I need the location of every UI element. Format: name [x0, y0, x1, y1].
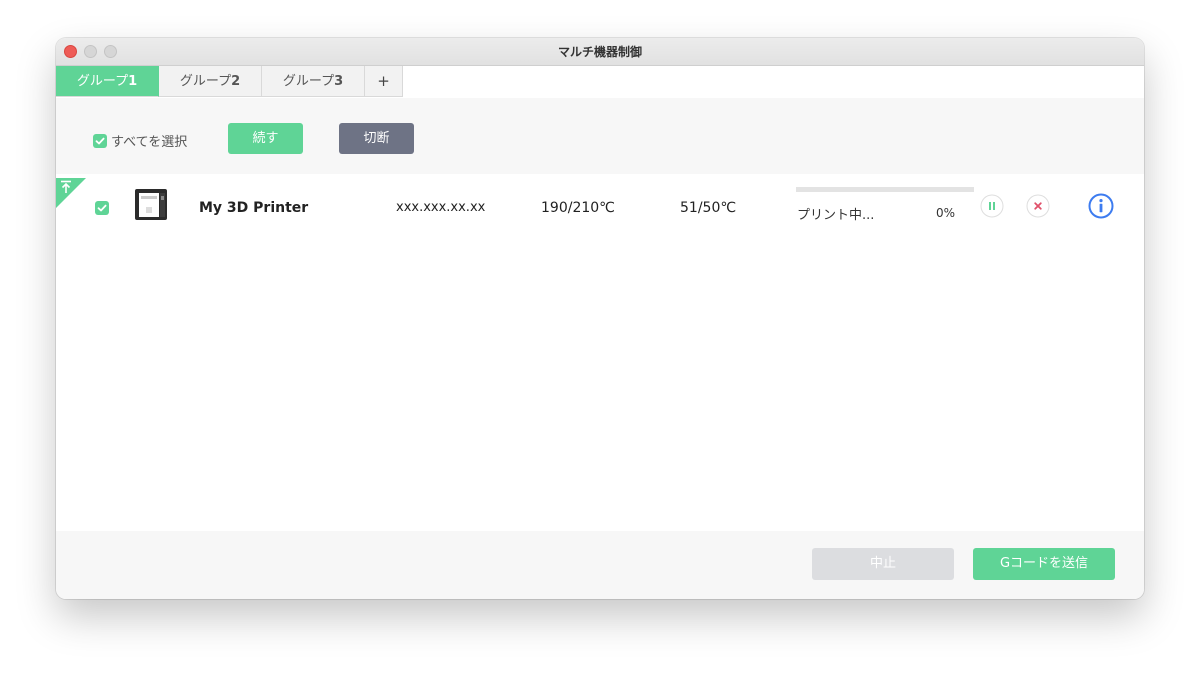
select-all-checkbox[interactable]: すべてを選択: [93, 131, 187, 150]
select-all-label: すべてを選択: [111, 135, 188, 150]
checkbox-checked-icon: [93, 133, 107, 148]
pin-to-top-icon[interactable]: [56, 178, 86, 208]
info-icon[interactable]: [1088, 193, 1114, 219]
printer-select-checkbox[interactable]: [95, 201, 109, 215]
tab-label: グループ: [282, 74, 335, 89]
group-tabs: グループ1 グループ2 グループ3 +: [56, 66, 403, 98]
tab-group-3[interactable]: グループ3: [262, 66, 365, 97]
tab-number: 3: [334, 74, 344, 89]
print-progress-percent: 0%: [936, 206, 956, 220]
print-status: プリント中...: [797, 208, 875, 223]
printer-ip: xxx.xxx.xx.xx: [396, 200, 486, 215]
nozzle-temperature: 190/210℃: [541, 200, 615, 216]
cancel-icon[interactable]: [1026, 194, 1050, 218]
print-progress-bar: [796, 187, 974, 192]
tab-number: 2: [231, 74, 241, 89]
tab-group-2[interactable]: グループ2: [159, 66, 262, 97]
checkbox-checked-icon: [97, 204, 107, 212]
title-bar: マルチ機器制御: [56, 38, 1144, 66]
printer-list: My 3D Printer xxx.xxx.xx.xx 190/210℃ 51/…: [56, 174, 1144, 531]
multi-device-control-window: マルチ機器制御 グループ1 グループ2 グループ3 + すべてを選択 続す 切断: [56, 38, 1144, 599]
add-group-tab[interactable]: +: [365, 66, 403, 97]
printer-thumbnail-icon: [135, 189, 167, 220]
tab-label: グループ: [76, 74, 129, 89]
footer: 中止 Gコードを送信: [56, 531, 1144, 599]
bed-temperature: 51/50℃: [680, 200, 737, 216]
send-gcode-button[interactable]: Gコードを送信: [973, 548, 1115, 580]
resume-button[interactable]: 続す: [228, 123, 303, 154]
pause-icon[interactable]: [980, 194, 1004, 218]
printer-row[interactable]: My 3D Printer xxx.xxx.xx.xx 190/210℃ 51/…: [56, 178, 1144, 234]
tab-group-1[interactable]: グループ1: [56, 66, 159, 97]
window-title: マルチ機器制御: [557, 45, 642, 59]
tab-number: 1: [128, 74, 138, 89]
tab-label: グループ: [179, 74, 232, 89]
printer-name: My 3D Printer: [199, 200, 309, 216]
toolbar: すべてを選択 続す 切断: [56, 98, 1144, 174]
disconnect-button[interactable]: 切断: [339, 123, 414, 154]
stop-button[interactable]: 中止: [812, 548, 954, 580]
